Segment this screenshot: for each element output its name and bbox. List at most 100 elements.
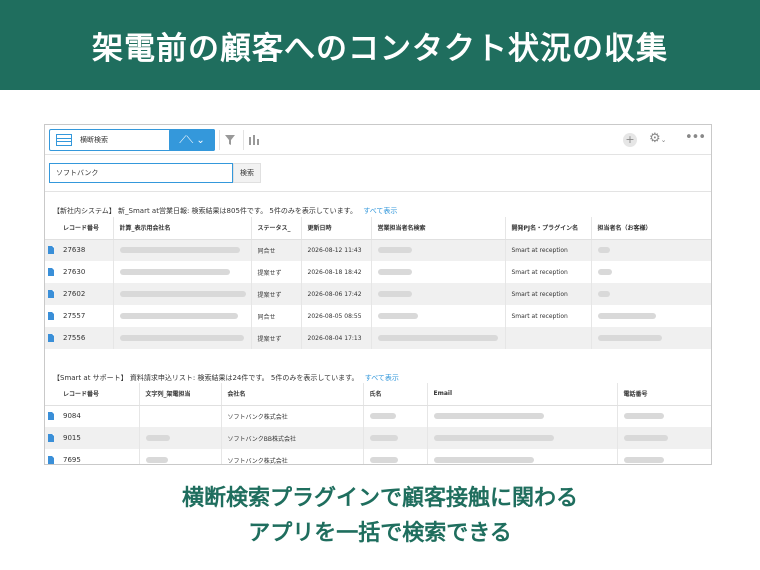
- table-row[interactable]: 9084 ソフトバンク株式会社: [45, 405, 711, 427]
- record-id: 27556: [57, 327, 114, 349]
- status-cell: 同合せ: [251, 239, 302, 261]
- document-icon[interactable]: [48, 434, 54, 442]
- column-header[interactable]: 氏名: [363, 383, 428, 406]
- redacted-text: [623, 457, 664, 463]
- document-icon[interactable]: [48, 456, 54, 464]
- column-header[interactable]: レコード番号: [57, 383, 140, 406]
- redacted-text: [119, 269, 230, 275]
- chart-button[interactable]: [243, 130, 263, 150]
- redacted-text: [433, 435, 554, 441]
- redacted-text: [597, 269, 612, 275]
- redacted-text: [623, 435, 668, 441]
- redacted-text: [119, 313, 238, 319]
- caption-line-1: 横断検索プラグインで顧客接触に関わる: [181, 486, 578, 511]
- updated-cell: 2026-08-18 18:42: [301, 261, 372, 283]
- redacted-text: [377, 313, 418, 319]
- table-header-row: レコード番号 文字列_架電担当 会社名 氏名 Email 電話番号: [45, 383, 711, 406]
- bar-chart-icon: [248, 135, 259, 145]
- column-header[interactable]: レコード番号: [57, 217, 114, 240]
- column-header[interactable]: 開発PJ名・プラグイン名: [505, 217, 592, 240]
- redacted-text: [369, 457, 398, 463]
- status-cell: 提案せず: [251, 283, 302, 305]
- column-header[interactable]: 担当者名（お客様）: [591, 217, 711, 240]
- plugin-cell: Smart at reception: [505, 261, 592, 283]
- column-header[interactable]: 文字列_架電担当: [139, 383, 222, 406]
- filter-icon: [224, 135, 235, 145]
- table-row[interactable]: 9015 ソフトバンクBB株式会社: [45, 427, 711, 449]
- redacted-text: [145, 457, 168, 463]
- plugin-cell: Smart at reception: [505, 239, 592, 261]
- redacted-text: [433, 413, 544, 420]
- document-icon[interactable]: [48, 268, 54, 276]
- record-id: 9084: [57, 405, 140, 427]
- document-icon[interactable]: [48, 312, 54, 320]
- gear-icon[interactable]: ⚙⌄: [649, 131, 667, 146]
- redacted-text: [597, 313, 656, 319]
- redacted-text: [119, 247, 240, 254]
- app-screenshot: 横断検索 ⌄ ⟋⟍ ⌄ + ⚙⌄ ••• 検索 【新社内システム】 新_Smar…: [44, 124, 712, 465]
- column-header[interactable]: 会社名: [221, 383, 364, 406]
- column-header[interactable]: 営業担当者名検索: [371, 217, 506, 240]
- redacted-text: [377, 291, 412, 297]
- section-title-text: 【新社内システム】 新_Smart at営業日報: 検索結果は805件です。 5…: [53, 207, 357, 215]
- document-icon[interactable]: [48, 246, 54, 255]
- table-row[interactable]: 27638 同合せ 2026-08-12 11:43 Smart at rece…: [45, 239, 711, 261]
- show-all-link[interactable]: すべて表示: [365, 374, 399, 382]
- record-id: 27638: [57, 239, 114, 261]
- search-button[interactable]: 検索: [233, 163, 261, 183]
- redacted-text: [369, 435, 398, 441]
- table-row[interactable]: 27630 提案せず 2026-08-18 18:42 Smart at rec…: [45, 261, 711, 283]
- filter-button[interactable]: [219, 130, 239, 150]
- show-all-link[interactable]: すべて表示: [363, 207, 397, 215]
- section-title: 【新社内システム】 新_Smart at営業日報: 検索結果は805件です。 5…: [53, 206, 397, 216]
- results-table: レコード番号 計算_表示用会社名 ステータス_ 更新日時 営業担当者名検索 開発…: [45, 217, 711, 349]
- table-row[interactable]: 27602 提案せず 2026-08-06 17:42 Smart at rec…: [45, 283, 711, 305]
- results-table: レコード番号 文字列_架電担当 会社名 氏名 Email 電話番号 9084 ソ…: [45, 383, 711, 464]
- column-header[interactable]: 計算_表示用会社名: [113, 217, 252, 240]
- more-icon[interactable]: •••: [685, 130, 706, 145]
- table-header-row: レコード番号 計算_表示用会社名 ステータス_ 更新日時 営業担当者名検索 開発…: [45, 217, 711, 240]
- table-row[interactable]: 7695 ソフトバンク株式会社: [45, 449, 711, 464]
- redacted-text: [623, 413, 664, 420]
- divider: [45, 191, 711, 192]
- search-input[interactable]: [49, 163, 233, 183]
- status-cell: 提案せず: [251, 261, 302, 283]
- redacted-text: [597, 247, 610, 254]
- redacted-text: [377, 247, 412, 254]
- redacted-text: [597, 291, 610, 297]
- plus-icon[interactable]: +: [623, 133, 637, 147]
- redacted-text: [597, 335, 662, 341]
- column-header[interactable]: 電話番号: [617, 383, 711, 406]
- section-title: 【Smart at サポート】 資料請求申込リスト: 検索結果は24件です。 5…: [53, 373, 399, 383]
- status-cell: 同合せ: [251, 305, 302, 327]
- record-id: 27557: [57, 305, 114, 327]
- column-header[interactable]: ステータス_: [251, 217, 302, 240]
- redacted-text: [369, 413, 396, 420]
- column-header[interactable]: Email: [427, 383, 618, 406]
- header-banner: 架電前の顧客へのコンタクト状況の収集: [0, 0, 760, 90]
- record-id: 27630: [57, 261, 114, 283]
- redacted-text: [145, 435, 170, 441]
- table-row[interactable]: 27557 同合せ 2026-08-05 08:55 Smart at rece…: [45, 305, 711, 327]
- document-icon[interactable]: [48, 290, 54, 298]
- plugin-cell: Smart at reception: [505, 283, 592, 305]
- banner-title: 架電前の顧客へのコンタクト状況の収集: [92, 30, 668, 67]
- graph-icon: ⟋⟍ ⌄: [179, 134, 205, 146]
- updated-cell: 2026-08-12 11:43: [301, 239, 372, 261]
- column-header[interactable]: 更新日時: [301, 217, 372, 240]
- redacted-text: [433, 457, 534, 463]
- company-cell: ソフトバンクBB株式会社: [221, 427, 364, 449]
- redacted-text: [119, 291, 246, 297]
- record-id: 27602: [57, 283, 114, 305]
- status-cell: 提案せず: [251, 327, 302, 349]
- record-id: 9015: [57, 427, 140, 449]
- document-icon[interactable]: [48, 412, 54, 421]
- table-row[interactable]: 27556 提案せず 2026-08-04 17:13: [45, 327, 711, 349]
- grid-icon: [56, 134, 72, 146]
- updated-cell: 2026-08-04 17:13: [301, 327, 372, 349]
- graph-button[interactable]: ⟋⟍ ⌄: [169, 129, 215, 151]
- document-icon[interactable]: [48, 334, 54, 342]
- company-cell: ソフトバンク株式会社: [221, 449, 364, 464]
- record-id: 7695: [57, 449, 140, 464]
- company-cell: ソフトバンク株式会社: [221, 405, 364, 427]
